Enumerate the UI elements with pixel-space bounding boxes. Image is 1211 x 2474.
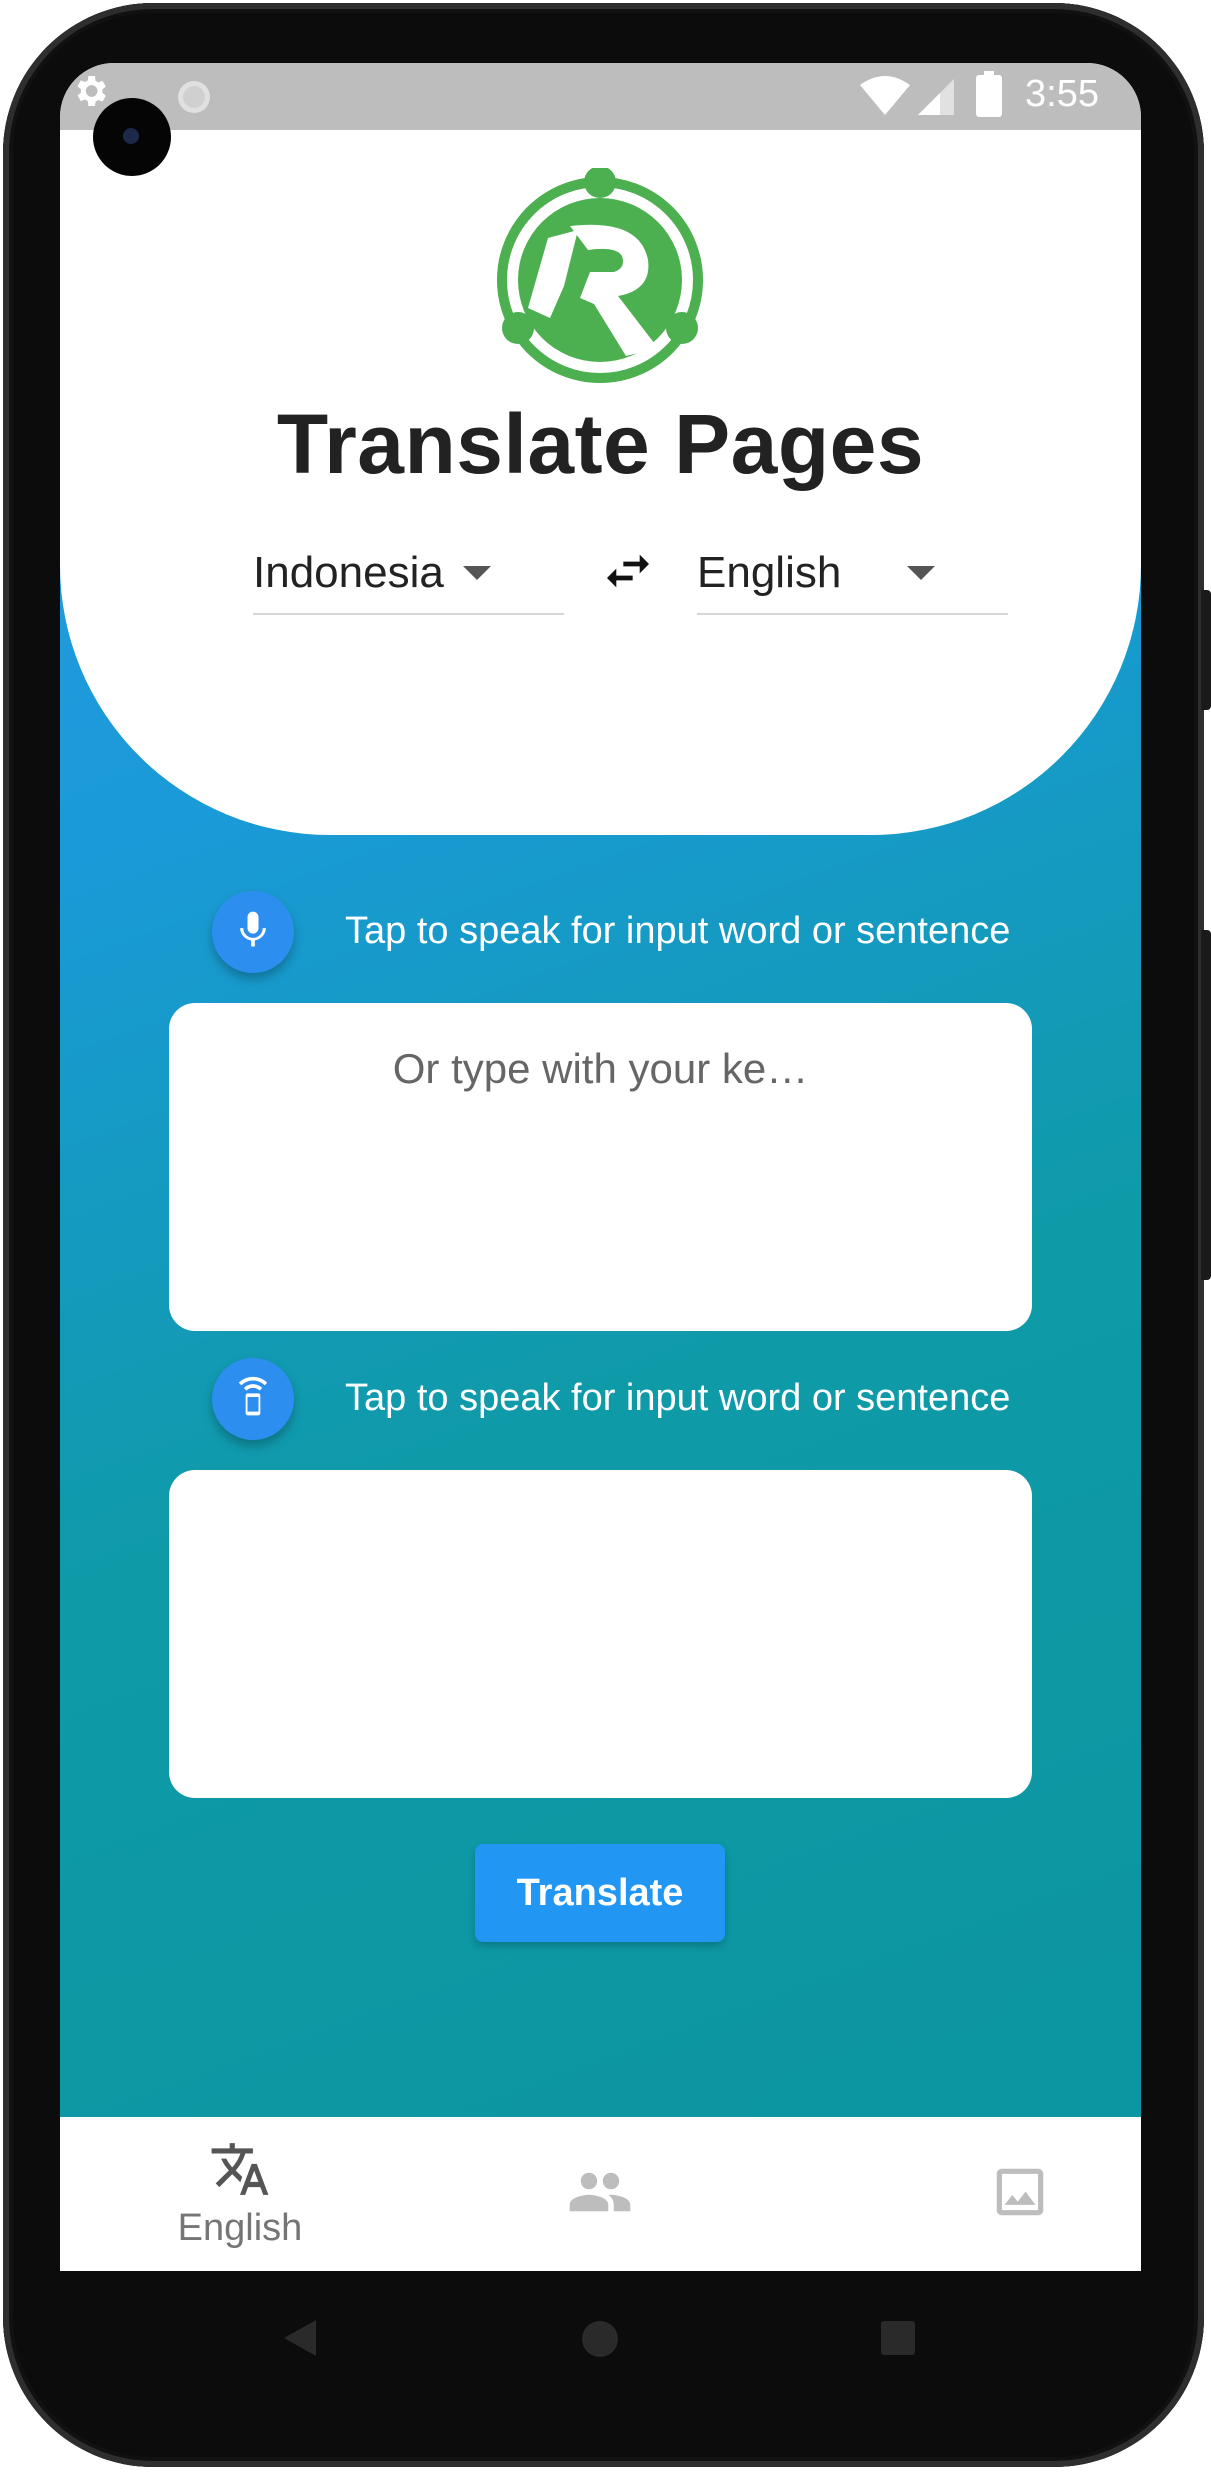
- phone-frame: 3:55 Translate Pages Indonesia English T…: [0, 0, 1211, 2474]
- mic-icon: [231, 908, 275, 957]
- status-time: 3:55: [1025, 73, 1099, 115]
- chevron-down-icon: [463, 566, 491, 580]
- target-language-label: English: [697, 548, 842, 597]
- translate-button[interactable]: Translate: [475, 1844, 725, 1942]
- volume-button: [1201, 930, 1211, 1280]
- chevron-down-icon: [907, 566, 935, 580]
- translate-icon: [209, 2138, 271, 2205]
- home-icon[interactable]: [581, 2320, 619, 2363]
- nav-item-translate[interactable]: English: [140, 2117, 340, 2271]
- page-title: Translate Pages: [276, 397, 925, 491]
- input-placeholder: Or type with your ke…: [392, 1045, 809, 1092]
- front-camera: [93, 98, 171, 176]
- screen: 3:55 Translate Pages Indonesia English T…: [60, 63, 1141, 2271]
- mic-button[interactable]: [212, 891, 294, 973]
- back-icon[interactable]: [282, 2318, 318, 2363]
- system-navigation-bar: [60, 2271, 1141, 2401]
- power-button: [1201, 590, 1211, 710]
- output-speak-hint: Tap to speak for input word or sentence: [345, 1377, 1011, 1419]
- recents-icon[interactable]: [880, 2320, 916, 2361]
- nav-label-english: English: [177, 2207, 303, 2249]
- bottom-navigation: English: [60, 2117, 1141, 2271]
- signal-icon: [916, 77, 956, 122]
- source-language-select[interactable]: Indonesia: [253, 533, 564, 615]
- wifi-icon: [858, 75, 912, 122]
- image-icon: [989, 2161, 1051, 2228]
- people-icon: [567, 2159, 633, 2230]
- nav-item-people[interactable]: [560, 2117, 640, 2271]
- nav-item-image[interactable]: [980, 2117, 1060, 2271]
- status-bar: 3:55: [60, 63, 1141, 130]
- battery-icon: [976, 71, 1002, 122]
- speaker-phone-icon: [231, 1375, 275, 1424]
- target-language-select[interactable]: English: [697, 533, 1008, 615]
- app-logo: [490, 166, 710, 388]
- swap-icon[interactable]: [600, 543, 656, 599]
- speaker-button[interactable]: [212, 1358, 294, 1440]
- source-language-label: Indonesia: [253, 548, 444, 597]
- circle-notification-icon: [176, 79, 212, 120]
- input-text-field[interactable]: Or type with your ke…: [169, 1003, 1032, 1331]
- output-text-field[interactable]: [169, 1470, 1032, 1798]
- input-speak-hint: Tap to speak for input word or sentence: [345, 910, 1011, 952]
